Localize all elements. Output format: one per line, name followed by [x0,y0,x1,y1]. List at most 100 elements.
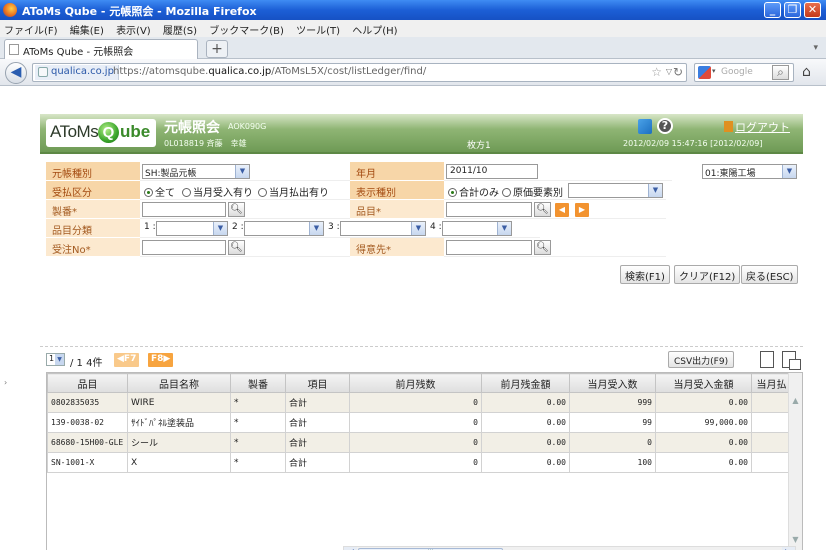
page-select[interactable]: 1 ▼ [46,353,65,366]
column-header[interactable]: 当月受入金額 [655,373,752,393]
customer-search-icon[interactable]: 🔍︎ [534,240,551,255]
column-header[interactable]: 品目名称 [127,373,231,393]
csv-export-button[interactable]: CSV出力(F9) [668,351,735,368]
ledger-type-select[interactable]: SH:製品元帳 ▼ [142,164,250,179]
menu-icon[interactable] [638,119,652,134]
menu-history[interactable]: 履歴(S) [159,20,202,37]
new-tab-button[interactable]: + [206,40,228,58]
menu-bookmarks[interactable]: ブックマーク(B) [205,20,289,37]
item-search-icon[interactable]: 🔍︎ [534,202,551,217]
back-button[interactable]: ◀ [5,62,27,84]
search-icon[interactable]: ⌕ [772,65,789,80]
transaction-type-label: 受払区分 [46,181,140,200]
item-next-icon[interactable]: ▶ [575,203,589,217]
display-type-label: 表示種別 [350,181,444,200]
next-page-button[interactable]: F8▶ [148,353,174,367]
menu-edit[interactable]: 編集(E) [66,20,109,37]
copy-page-icon[interactable] [782,351,801,370]
clear-button[interactable]: クリア(F12) [674,265,741,284]
datetime: 2012/02/09 15:47:16 [2012/02/09] [623,139,763,148]
menu-view[interactable]: 表示(V) [112,20,156,37]
bookmark-star-icon[interactable]: ☆ [651,65,662,79]
maximize-button[interactable]: ❐ [784,2,801,18]
yearmonth-label: 年月 [350,162,444,181]
item-class-1-select[interactable]: ▼ [156,221,228,236]
logout-link[interactable]: ログアウト [724,119,790,135]
horizontal-scrollbar[interactable]: ◀ ||| ▶ [343,546,796,550]
table-row[interactable]: 0802835035 WIRE * 合計 0 0.00 999 0.00 [47,392,792,413]
search-placeholder: Google [721,67,753,77]
url-dropdown-icon[interactable]: ▽ [666,67,672,76]
tab-strip: AToMs Qube - 元帳照会 + ▾ [0,37,826,59]
site-identity[interactable]: qualica.co.jp [35,65,119,80]
home-icon[interactable]: ⌂ [802,64,811,80]
item-prev-icon[interactable]: ◀ [555,203,569,217]
app-container: AToMs Q ube 元帳照会 AOK090G 0L018819 斉藤 幸雄 … [40,114,803,550]
table-row[interactable]: 139-0038-02 ｻｲﾄﾞﾊﾟﾈﾙ塗装品 * 合計 0 0.00 99 99,000.… [47,412,792,433]
criteria-row-4: 品目分類 1 : ▼ 2 : ▼ 3 : ▼ 4 : ▼ [46,219,666,238]
column-header[interactable]: 当月払 [751,373,792,393]
table-header-row: 品目 品目名称 製番 項目 前月残数 前月残金額 当月受入数 当月受入金額 当月… [47,373,792,393]
column-header[interactable]: 項目 [285,373,350,393]
cost-element-select[interactable]: ▼ [568,183,663,198]
chevron-down-icon: ▼ [213,222,227,235]
column-header[interactable]: 当月受入数 [569,373,656,393]
scroll-up-icon[interactable]: ▲ [789,394,802,408]
logout-icon [724,121,733,132]
menu-file[interactable]: ファイル(F) [0,20,63,37]
factory-select[interactable]: 01:東陽工場 ▼ [702,164,797,179]
yearmonth-input[interactable]: 2011/10 [446,164,538,179]
order-no-input[interactable] [142,240,226,255]
scroll-down-icon[interactable]: ▼ [789,533,802,547]
criteria-row-5: 受注No* 🔍︎ 得意先* 🔍︎ [46,238,666,257]
lot-no-search-icon[interactable]: 🔍︎ [228,202,245,217]
menu-help[interactable]: ヘルプ(H) [348,20,402,37]
customer-input[interactable] [446,240,532,255]
column-header[interactable]: 製番 [230,373,286,393]
item-input[interactable] [446,202,532,217]
radio-receipt[interactable]: 当月受入有り [182,184,253,199]
table-row[interactable]: SN-1001-X X * 合計 0 0.00 100 0.00 [47,452,792,473]
radio-all[interactable]: 全て [144,184,175,199]
results-toolbar: 1 ▼ / 1 4件 ◀F7 F8▶ CSV出力(F9) [40,346,803,370]
chevron-down-icon: ▼ [497,222,511,235]
criteria-row-1: 元帳種別 SH:製品元帳 ▼ 年月 2011/10 01:東陽工場 ▼ [46,162,797,181]
menu-tools[interactable]: ツール(T) [292,20,345,37]
order-no-search-icon[interactable]: 🔍︎ [228,240,245,255]
page-icon[interactable] [760,351,774,368]
radio-total-only[interactable]: 合計のみ [448,184,499,199]
chevron-down-icon: ▼ [235,165,249,178]
close-button[interactable]: ✕ [804,2,821,18]
url-text: https://atomsqube.qualica.co.jp/AToMsL5X… [113,66,427,77]
reload-icon[interactable]: ↻ [673,65,683,79]
search-engine-icon[interactable] [698,66,711,79]
back-button-app[interactable]: 戻る(ESC) [741,265,799,284]
column-header[interactable]: 前月残数 [349,373,482,393]
column-header[interactable]: 前月残金額 [481,373,570,393]
minimize-button[interactable]: _ [764,2,781,18]
ledger-type-label: 元帳種別 [46,162,140,181]
sidebar-expand-icon[interactable]: › [4,378,7,387]
table-row[interactable]: 68680-15H00-GLE シール * 合計 0 0.00 0 0.00 [47,432,792,453]
radio-cost-element[interactable]: 原価要素別 [502,184,563,199]
search-box[interactable]: ▾ Google ⌕ [694,63,794,82]
help-icon[interactable]: ? [657,118,673,134]
chevron-down-icon: ▼ [782,165,796,178]
url-bar[interactable]: qualica.co.jp https://atomsqube.qualica.… [32,63,687,82]
item-class-2-select[interactable]: ▼ [244,221,324,236]
item-class-4-select[interactable]: ▼ [442,221,512,236]
prev-page-button[interactable]: ◀F7 [114,353,140,367]
item-class-3-select[interactable]: ▼ [340,221,426,236]
navigation-bar: ◀ qualica.co.jp https://atomsqube.qualic… [0,59,826,86]
tab-list-icon[interactable]: ▾ [813,43,818,53]
criteria-row-2: 受払区分 全て 当月受入有り 当月払出有り 表示種別 合計のみ 原価要素別 ▼ [46,181,666,200]
column-header[interactable]: 品目 [47,373,128,393]
vertical-scrollbar[interactable]: ▲ ▼ [788,373,802,550]
radio-issue[interactable]: 当月払出有り [258,184,329,199]
site-domain: qualica.co.jp [51,66,114,77]
page-summary: / 1 4件 [70,358,103,369]
lot-no-input[interactable] [142,202,226,217]
search-button[interactable]: 検索(F1) [620,265,670,284]
search-engine-dropdown-icon[interactable]: ▾ [712,67,716,75]
browser-tab[interactable]: AToMs Qube - 元帳照会 [4,39,198,59]
